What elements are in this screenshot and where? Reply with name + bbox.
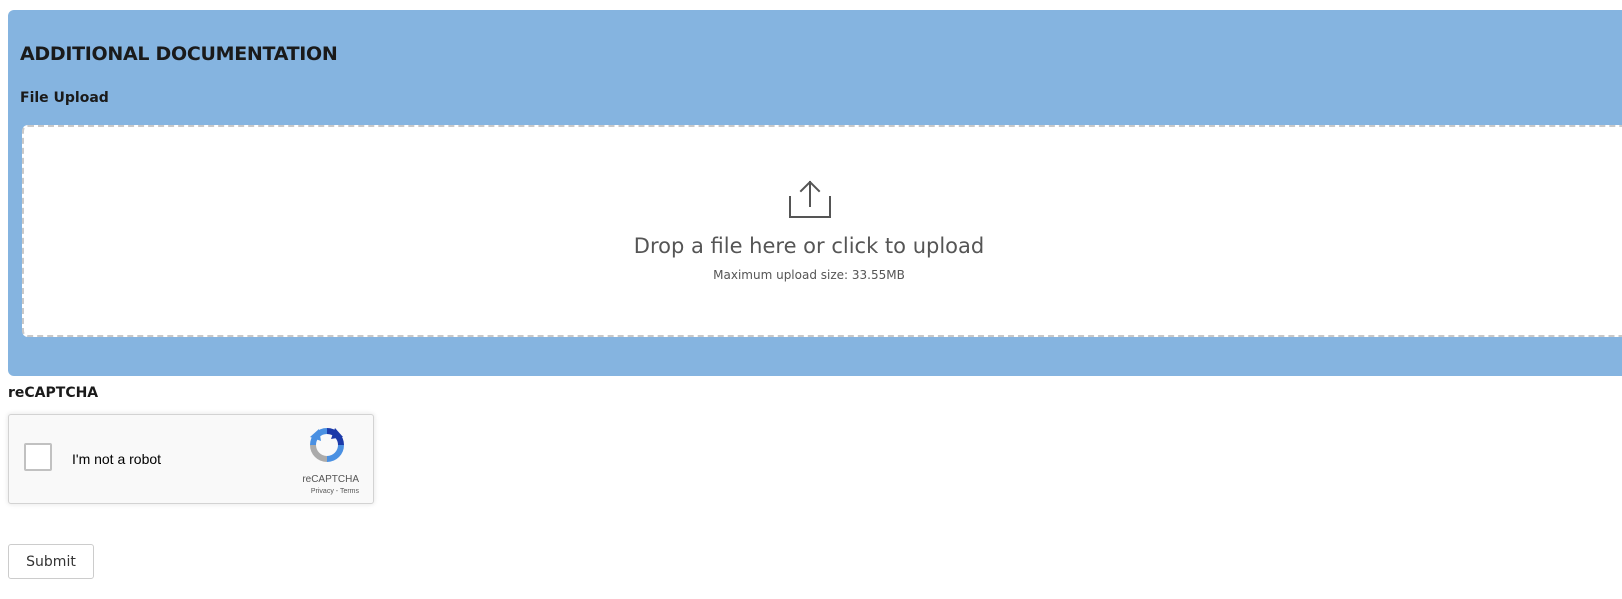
recaptcha-terms-link[interactable]: Terms (340, 488, 359, 495)
recaptcha-links: Privacy - Terms (279, 488, 359, 495)
recaptcha-privacy-link[interactable]: Privacy (311, 488, 334, 495)
upload-icon (789, 180, 831, 218)
recaptcha-checkbox[interactable] (24, 443, 52, 471)
recaptcha-heading: reCAPTCHA (8, 385, 99, 401)
file-dropzone[interactable]: Drop a file here or click to upload Maxi… (22, 125, 1622, 337)
recaptcha-logo-icon (310, 428, 344, 462)
recaptcha-widget: I'm not a robot reCAPTCHA Privacy - Term… (8, 414, 374, 504)
recaptcha-checkbox-label: I'm not a robot (72, 451, 162, 467)
file-upload-label: File Upload (20, 90, 109, 106)
dropzone-size-limit: Maximum upload size: 33.55MB (713, 268, 905, 282)
recaptcha-brand-text: reCAPTCHA (302, 474, 359, 485)
additional-documentation-panel: ADDITIONAL DOCUMENTATION File Upload Dro… (8, 10, 1622, 376)
submit-button[interactable]: Submit (8, 544, 94, 579)
dropzone-main-text: Drop a file here or click to upload (633, 234, 985, 258)
section-title: ADDITIONAL DOCUMENTATION (20, 43, 338, 65)
